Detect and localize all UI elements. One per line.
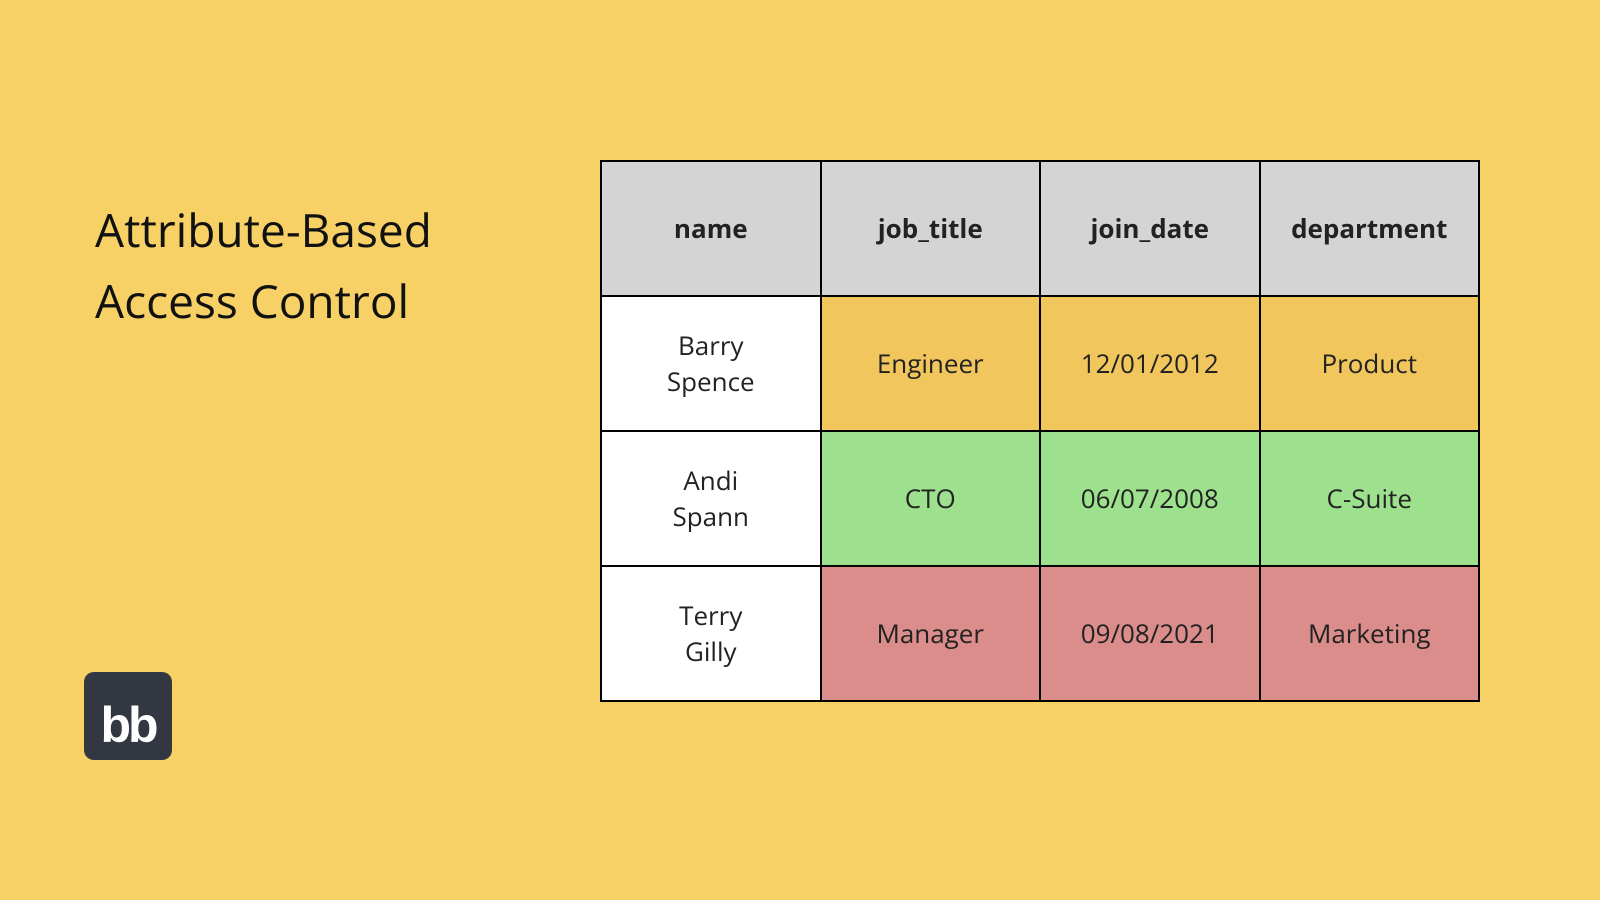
name-line-1: Andi — [683, 462, 738, 498]
attributes-table-container: name job_title join_date department Barr… — [600, 160, 1480, 702]
brand-logo: bb — [84, 672, 172, 760]
cell-name: Barry Spence — [601, 296, 821, 431]
slide: Attribute-Based Access Control bb name j… — [0, 0, 1600, 900]
table-row: Barry Spence Engineer 12/01/2012 Product — [601, 296, 1479, 431]
cell-name: Terry Gilly — [601, 566, 821, 701]
name-line-2: Spann — [672, 498, 749, 534]
col-header-job-title: job_title — [821, 161, 1041, 296]
name-line-1: Barry — [678, 327, 744, 363]
title-line-2: Access Control — [95, 270, 409, 332]
name-line-2: Gilly — [685, 633, 737, 669]
cell-job-title: Engineer — [821, 296, 1041, 431]
title-line-1: Attribute-Based — [95, 199, 432, 261]
cell-name: Andi Spann — [601, 431, 821, 566]
col-header-name: name — [601, 161, 821, 296]
cell-job-title: Manager — [821, 566, 1041, 701]
cell-join-date: 12/01/2012 — [1040, 296, 1260, 431]
col-header-join-date: join_date — [1040, 161, 1260, 296]
table-row: Terry Gilly Manager 09/08/2021 Marketing — [601, 566, 1479, 701]
cell-department: Product — [1260, 296, 1480, 431]
slide-title: Attribute-Based Access Control — [95, 195, 432, 338]
table-body: Barry Spence Engineer 12/01/2012 Product… — [601, 296, 1479, 701]
col-header-department: department — [1260, 161, 1480, 296]
brand-logo-text: bb — [100, 700, 155, 750]
cell-department: C-Suite — [1260, 431, 1480, 566]
table-row: Andi Spann CTO 06/07/2008 C-Suite — [601, 431, 1479, 566]
name-line-2: Spence — [667, 363, 755, 399]
cell-job-title: CTO — [821, 431, 1041, 566]
name-line-1: Terry — [679, 597, 742, 633]
cell-join-date: 06/07/2008 — [1040, 431, 1260, 566]
cell-department: Marketing — [1260, 566, 1480, 701]
table-header-row: name job_title join_date department — [601, 161, 1479, 296]
cell-join-date: 09/08/2021 — [1040, 566, 1260, 701]
attributes-table: name job_title join_date department Barr… — [600, 160, 1480, 702]
